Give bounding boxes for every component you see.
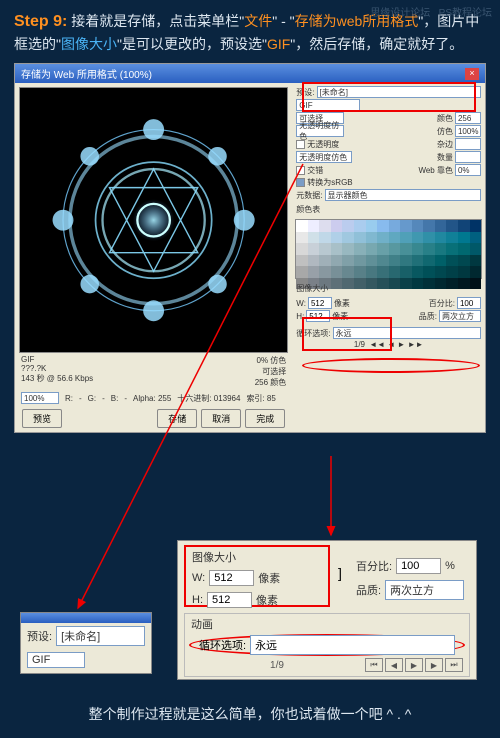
red-highlight-preset: [302, 82, 476, 112]
quality-select[interactable]: 两次立方: [439, 310, 481, 322]
width-input[interactable]: [308, 297, 332, 309]
red-highlight-loop: [302, 358, 480, 373]
image-preview: [19, 87, 288, 353]
callout-preset: 预设:[未命名] GIF: [20, 612, 152, 674]
last-frame-button[interactable]: ⏭: [445, 658, 463, 672]
play-button[interactable]: ▶: [405, 658, 423, 672]
zoom-select[interactable]: 100%: [21, 392, 59, 404]
websnap-amount[interactable]: 0%: [455, 164, 481, 176]
preview-button[interactable]: 预览: [22, 409, 62, 428]
callout-format-select[interactable]: GIF: [27, 652, 85, 668]
callout-preset-select[interactable]: [未命名]: [56, 626, 145, 646]
next-frame-button[interactable]: ▶: [425, 658, 443, 672]
prev-frame-button[interactable]: ◀: [385, 658, 403, 672]
image-size-label: 图像大小: [295, 281, 482, 296]
interlace-check[interactable]: [296, 166, 305, 175]
watermark-1: 思缘设计论坛: [370, 8, 430, 19]
settings-panel: 预设:[未命名] GIF 可选择颜色256 无透明度仿色仿色100% 无透明度杂…: [292, 83, 485, 435]
callout-loop-select[interactable]: 永远: [250, 635, 455, 655]
magic-circle-graphic: [36, 104, 271, 336]
dither-select[interactable]: 无透明度仿色: [296, 125, 344, 137]
dialog-titlebar[interactable]: 存储为 Web 所用格式 (100%) ×: [15, 64, 485, 83]
transparency-check[interactable]: [296, 140, 305, 149]
first-frame-button[interactable]: ⏮: [365, 658, 383, 672]
dither-amount[interactable]: 100%: [455, 125, 481, 137]
footer-text: 整个制作过程就是这么简单，你也试着做一个吧 ^ . ^: [0, 704, 500, 724]
callout-width-input[interactable]: [209, 570, 254, 586]
callout-pct-input[interactable]: [396, 558, 441, 574]
callout-image-size: 图像大小 W:像素 H:像素 ] 百分比:% 品质:两次立方 动画 循环选项: …: [177, 540, 477, 680]
save-for-web-dialog: 存储为 Web 所用格式 (100%) ×: [14, 63, 486, 433]
colors-select[interactable]: 256: [455, 112, 481, 124]
color-table-label: 颜色表: [295, 202, 482, 217]
file-info: GIF???.?K143 秒 @ 56.6 Kbps 0% 仿色可选择256 颜…: [19, 353, 288, 390]
color-table[interactable]: [295, 219, 482, 279]
watermark-2: PS教程论坛: [439, 8, 492, 19]
callout-height-input[interactable]: [207, 592, 252, 608]
close-icon[interactable]: ×: [465, 68, 479, 80]
pct-input[interactable]: [457, 297, 481, 309]
zoom-row: 100% R:-G:-B:- Alpha: 255十六进制: 013964索引:…: [19, 390, 288, 406]
metadata-select[interactable]: 显示器颜色: [325, 189, 481, 201]
red-highlight-imgsize: [302, 317, 392, 351]
save-button[interactable]: 存储: [157, 409, 197, 428]
cancel-button[interactable]: 取消: [201, 409, 241, 428]
callout-quality-select[interactable]: 两次立方: [385, 580, 464, 600]
dialog-title: 存储为 Web 所用格式 (100%): [21, 66, 152, 81]
callout-frame: 1/9: [191, 660, 363, 671]
done-button[interactable]: 完成: [245, 409, 285, 428]
anim-label: 动画: [191, 616, 213, 632]
